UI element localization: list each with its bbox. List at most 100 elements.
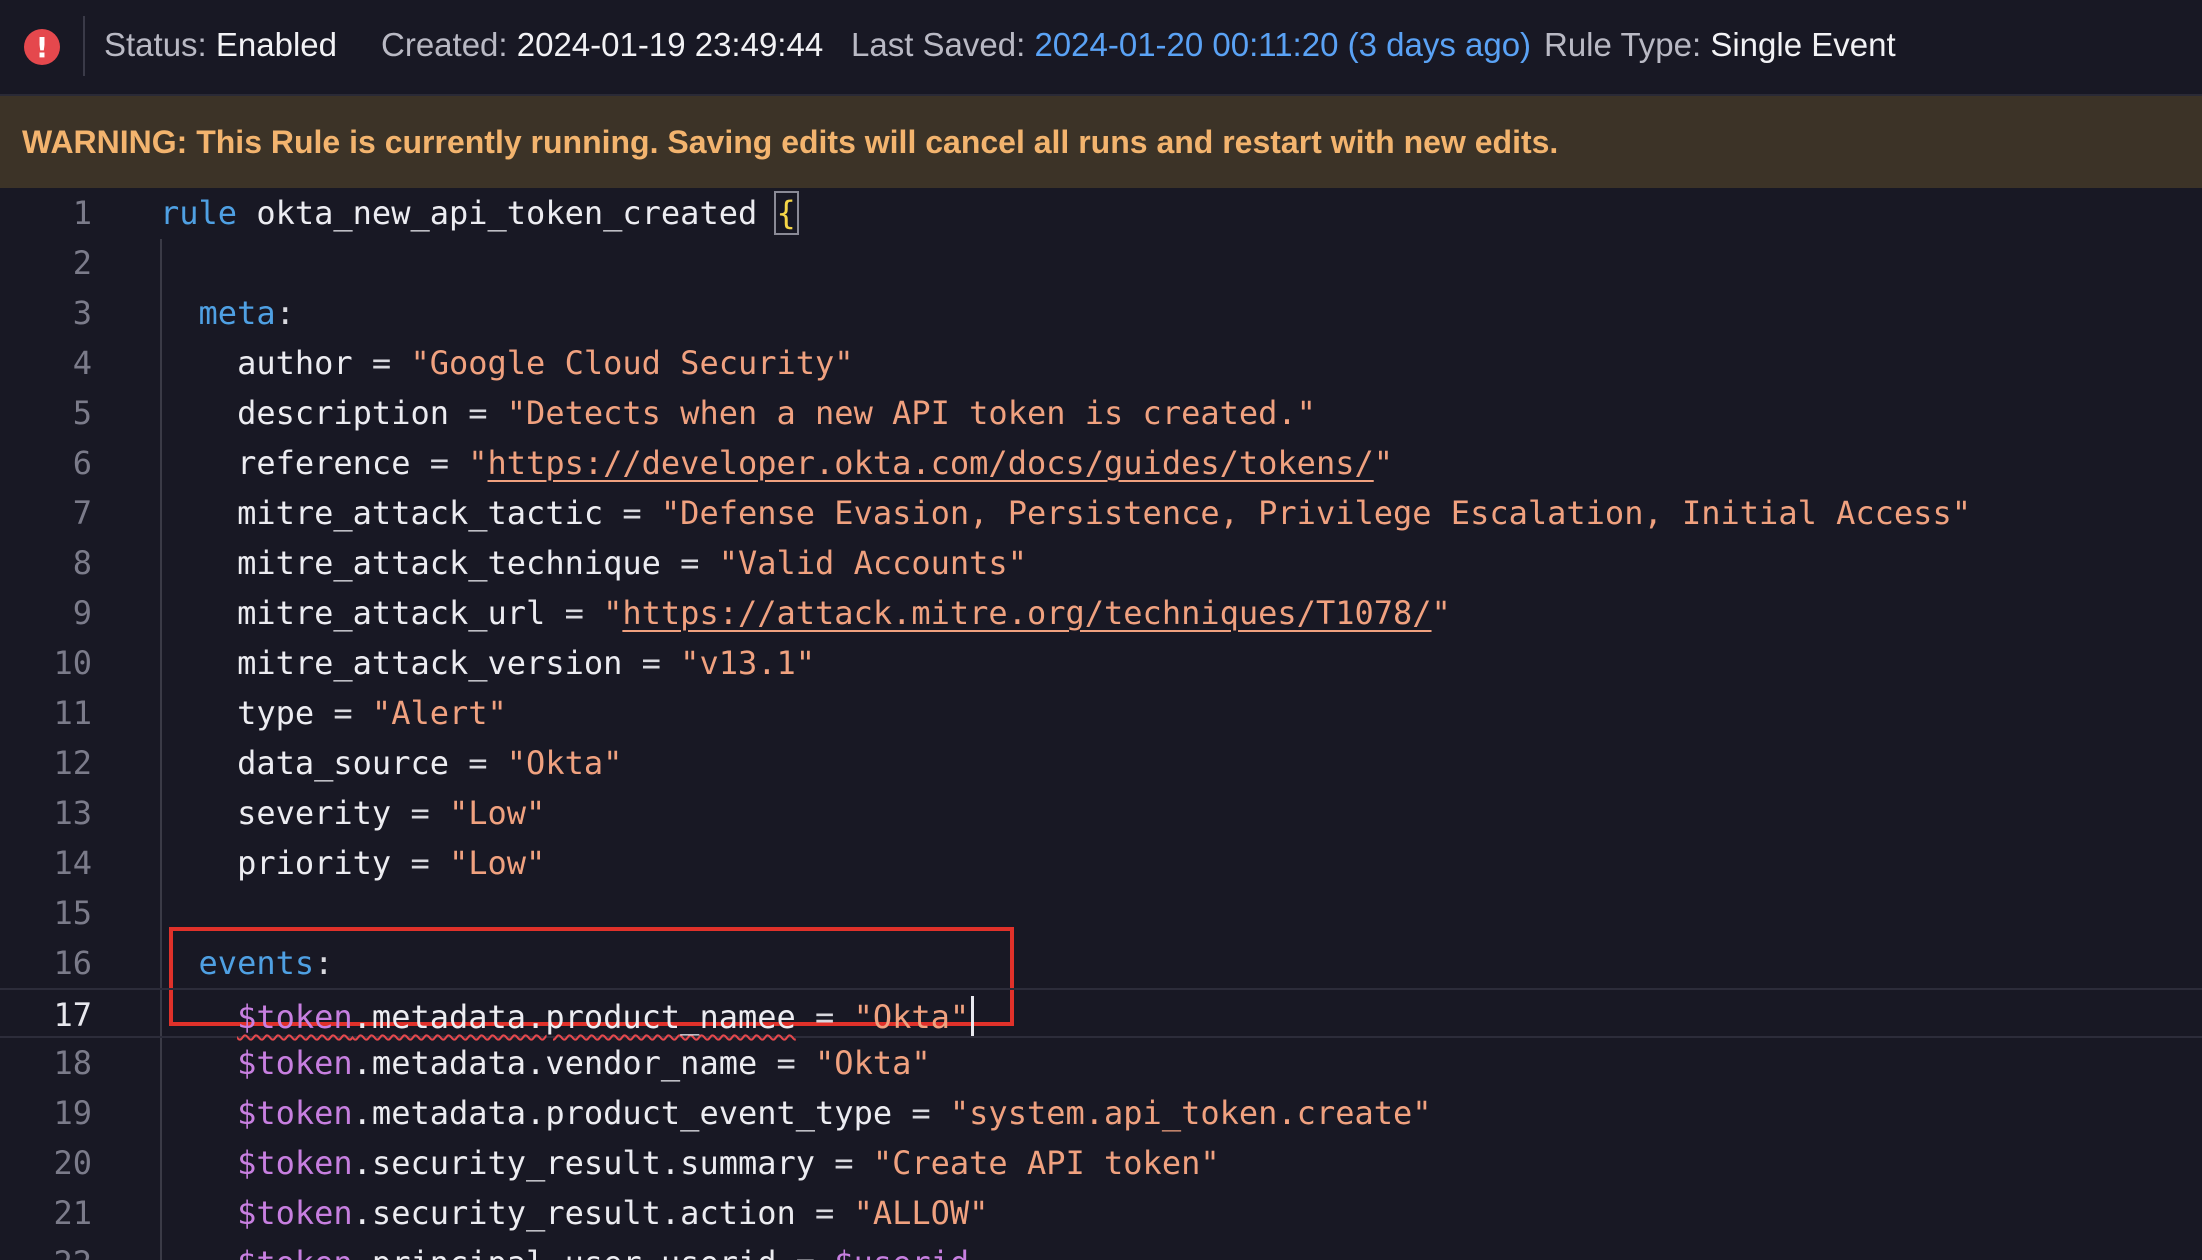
variable-token: $token [237,1244,353,1260]
string-token: "Google Cloud Security" [410,344,854,382]
url-link[interactable]: https://developer.okta.com/docs/guides/t… [488,444,1374,482]
line-code[interactable]: mitre_attack_technique = "Valid Accounts… [160,544,1027,582]
operator-token: : [275,294,295,332]
matched-brace: { [773,191,799,235]
identifier-token [160,998,237,1036]
identifier-token [160,944,199,982]
line-number: 21 [53,1194,92,1232]
last-saved-field: Last Saved: 2024-01-20 00:11:20 (3 days … [851,26,1531,64]
operator-token: = [641,644,681,682]
code-line[interactable]: 21 $token.security_result.action = "ALLO… [0,1188,2202,1238]
code-line[interactable]: 12 data_source = "Okta" [0,738,2202,788]
identifier-token: mitre_attack_technique [160,544,681,582]
operator-token: = [429,444,469,482]
line-code[interactable]: data_source = "Okta" [160,744,622,782]
code-line[interactable]: 7 mitre_attack_tactic = "Defense Evasion… [0,488,2202,538]
last-saved-link[interactable]: 2024-01-20 00:11:20 (3 days ago) [1034,26,1531,63]
line-code[interactable]: priority = "Low" [160,844,545,882]
line-number: 19 [53,1094,92,1132]
identifier-token: reference [160,444,430,482]
code-line[interactable]: 19 $token.metadata.product_event_type = … [0,1088,2202,1138]
status-label: Status: [104,26,207,63]
code-line[interactable]: 15 [0,888,2202,938]
line-number: 15 [53,894,92,932]
line-number: 1 [72,194,92,232]
code-line[interactable]: 13 severity = "Low" [0,788,2202,838]
line-number: 6 [72,444,92,482]
created-label: Created: [381,26,508,63]
string-token: "Valid Accounts" [718,544,1027,582]
line-number: 4 [72,344,92,382]
operator-token: = [371,344,411,382]
operator-token: : [314,944,334,982]
line-code[interactable]: reference = "https://developer.okta.com/… [160,444,1393,482]
status-value: Enabled [215,26,338,63]
code-line[interactable]: 9 mitre_attack_url = "https://attack.mit… [0,588,2202,638]
text-cursor [971,996,975,1036]
line-code[interactable]: meta: [160,294,295,332]
string-token: "Okta" [853,998,970,1036]
string-token: "Alert" [371,694,507,732]
code-line[interactable]: 20 $token.security_result.summary = "Cre… [0,1138,2202,1188]
keyword-token: meta [198,294,276,332]
code-line[interactable]: 8 mitre_attack_technique = "Valid Accoun… [0,538,2202,588]
rule-type-value: Single Event [1710,26,1896,63]
code-line[interactable]: 11 type = "Alert" [0,688,2202,738]
operator-token: = [795,998,854,1036]
line-code[interactable]: mitre_attack_version = "v13.1" [160,644,815,682]
identifier-token: type [160,694,334,732]
line-number: 5 [72,394,92,432]
code-line[interactable]: 14 priority = "Low" [0,838,2202,888]
operator-token: = [333,694,372,732]
code-line[interactable]: 16 events: [0,938,2202,988]
identifier-token: mitre_attack_tactic [160,494,623,532]
rule-type-field: Rule Type: Single Event [1544,26,1896,64]
rule-code-editor[interactable]: 1 rule okta_new_api_token_created { 2 3 met… [0,188,2202,1260]
identifier-token: .security_result.action [352,1194,816,1232]
exclamation-circle-icon[interactable]: ! [24,29,60,65]
line-code[interactable]: $token.metadata.vendor_name = "Okta" [160,1044,931,1082]
code-line[interactable]: 4 author = "Google Cloud Security" [0,338,2202,388]
line-number: 13 [53,794,92,832]
line-code[interactable]: $token.metadata.product_event_type = "sy… [160,1094,1432,1132]
string-token: " [468,444,488,482]
code-line[interactable]: 17 $token.metadata.product_namee = "Okta… [0,988,2202,1038]
code-line[interactable]: 6 reference = "https://developer.okta.co… [0,438,2202,488]
url-link[interactable]: https://attack.mitre.org/techniques/T107… [622,594,1431,632]
identifier-token [160,294,199,332]
code-line[interactable]: 5 description = "Detects when a new API … [0,388,2202,438]
line-code[interactable]: author = "Google Cloud Security" [160,344,854,382]
identifier-token: .metadata.product_event_type [352,1094,912,1132]
line-code[interactable]: $token.security_result.summary = "Create… [160,1144,1220,1182]
code-line[interactable]: 3 meta: [0,288,2202,338]
string-token: "Okta" [815,1044,931,1082]
code-line[interactable]: 2 [0,238,2202,288]
line-code[interactable]: type = "Alert" [160,694,507,732]
code-line[interactable]: 22 $token.principal.user.userid = $useri… [0,1238,2202,1260]
string-token: "system.api_token.create" [949,1094,1432,1132]
identifier-token: okta_new_api_token_created [237,194,777,232]
line-number: 7 [72,494,92,532]
line-code[interactable]: $token.metadata.product_namee = "Okta" [160,996,975,1036]
code-line[interactable]: 10 mitre_attack_version = "v13.1" [0,638,2202,688]
line-code[interactable]: $token.security_result.action = "ALLOW" [160,1194,988,1232]
line-code[interactable]: mitre_attack_url = "https://attack.mitre… [160,594,1451,632]
created-value: 2024-01-19 23:49:44 [516,26,824,63]
variable-token-error: $token [237,998,353,1036]
identifier-token [160,1244,237,1260]
code-line[interactable]: 18 $token.metadata.vendor_name = "Okta" [0,1038,2202,1088]
identifier-token: .metadata.vendor_name [352,1044,777,1082]
code-line[interactable]: 1 rule okta_new_api_token_created { [0,188,2202,238]
operator-token: = [622,494,661,532]
line-code[interactable]: mitre_attack_tactic = "Defense Evasion, … [160,494,1971,532]
line-number: 2 [72,244,92,282]
line-code[interactable]: description = "Detects when a new API to… [160,394,1316,432]
line-code[interactable]: events: [160,944,334,982]
line-code[interactable]: severity = "Low" [160,794,545,832]
status-field: Status: Enabled [104,26,337,64]
status-divider [83,16,85,76]
variable-token: $token [237,1044,353,1082]
line-code[interactable]: $token.principal.user.userid = $userid [160,1244,969,1260]
line-code[interactable]: rule okta_new_api_token_created { [160,191,799,235]
string-token: "Low" [448,844,546,882]
